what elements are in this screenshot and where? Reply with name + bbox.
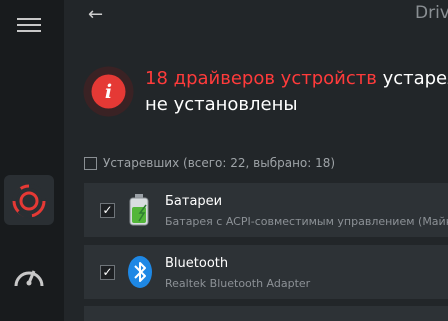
driver-checkbox[interactable]: ✓	[100, 203, 115, 218]
summary-label: Устаревших (всего: 22, выбрано: 18)	[103, 156, 336, 170]
main-panel: ← Driv i 18 драйверов устройств устарели…	[64, 0, 448, 321]
driver-name: Bluetooth	[165, 256, 229, 271]
select-all-row[interactable]: Устаревших (всего: 22, выбрано: 18)	[84, 154, 414, 172]
driver-row-battery[interactable]: ✓ Батареи Батарея с ACPI-совместимым упр…	[84, 183, 448, 237]
app-window: ← Driv i 18 драйверов устройств устарели…	[0, 0, 448, 321]
hamburger-icon[interactable]	[17, 16, 41, 34]
battery-icon	[129, 194, 149, 226]
driver-description: Батарея с ACPI-совместимым управлением (…	[165, 215, 448, 228]
driver-row-partial[interactable]	[84, 306, 448, 321]
driver-description: Realtek Bluetooth Adapter	[165, 277, 311, 290]
alert-line2: не установлены	[145, 94, 298, 115]
driver-row-bluetooth[interactable]: ✓ Bluetooth Realtek Bluetooth Adapter	[84, 245, 448, 299]
alert-message: 18 драйверов устройств устарели не устан…	[145, 66, 448, 118]
bluetooth-icon	[128, 256, 152, 288]
driver-checkbox[interactable]: ✓	[100, 265, 115, 280]
select-all-checkbox[interactable]	[84, 157, 97, 170]
back-arrow-icon[interactable]: ←	[88, 6, 108, 24]
svg-text:i: i	[105, 81, 112, 103]
driver-update-icon	[12, 184, 46, 219]
window-title: Driv	[415, 3, 448, 23]
driver-name: Батареи	[165, 194, 223, 209]
alert-text-rest: устарели	[382, 68, 448, 89]
speedometer-icon[interactable]	[13, 262, 45, 290]
info-alert-icon: i	[83, 66, 134, 117]
sidebar	[0, 0, 64, 321]
alert-highlight: 18 драйверов устройств	[145, 68, 377, 89]
